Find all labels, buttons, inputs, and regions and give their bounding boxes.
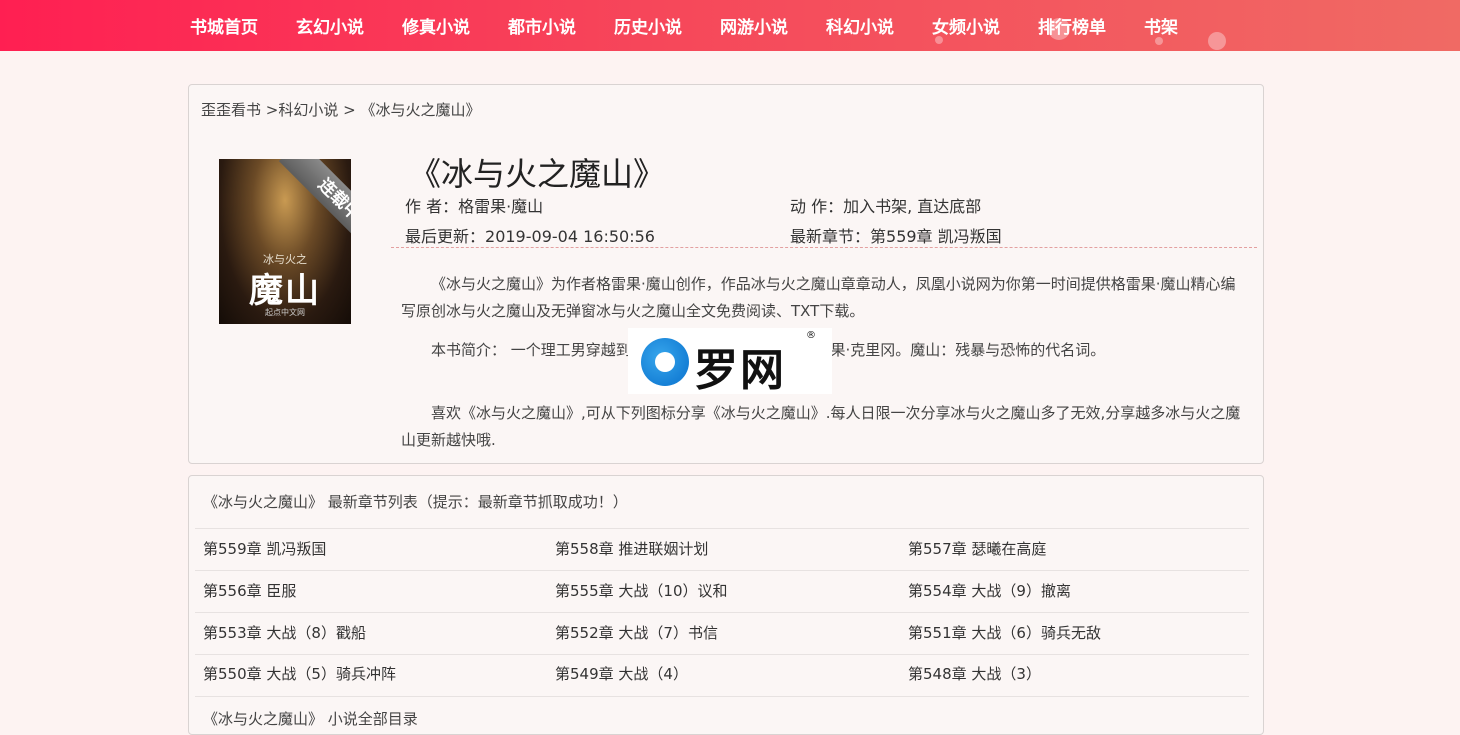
chapter-link[interactable]: 第559章 凯冯叛国 [203,538,326,559]
top-navigation-bar: 书城首页 玄幻小说 修真小说 都市小说 历史小说 网游小说 科幻小说 女频小说 … [0,0,1460,51]
share-note: 喜欢《冰与火之魔山》,可从下列图标分享《冰与火之魔山》.每人日限一次分享冰与火之… [401,404,1241,449]
jump-to-bottom-link[interactable]: 直达底部 [917,197,981,216]
nav-nvpin[interactable]: 女频小说 [932,13,1000,38]
action-label: 动 作： [790,197,844,216]
updated-time: 2019-09-04 16:50:56 [485,227,655,246]
nav-xuanhuan[interactable]: 玄幻小说 [296,13,364,38]
nav-bookshelf[interactable]: 书架 [1144,13,1178,38]
nav-kehuan[interactable]: 科幻小说 [826,13,894,38]
nav-ranking[interactable]: 排行榜单 [1038,13,1106,38]
chapter-link[interactable]: 第550章 大战（5）骑兵冲阵 [203,663,396,684]
updated-label: 最后更新： [405,227,486,246]
nav-xiuzhen[interactable]: 修真小说 [402,13,470,38]
row-divider [195,654,1249,655]
book-info-panel: 歪歪看书 >科幻小说 > 《冰与火之魔山》 连载中 冰与火之 魔山 起点中文网 … [188,84,1264,464]
nav-items: 书城首页 玄幻小说 修真小说 都市小说 历史小说 网游小说 科幻小说 女频小说 … [190,0,1216,51]
chapter-link[interactable]: 第555章 大战（10）议和 [555,580,728,601]
book-description: 《冰与火之魔山》为作者格雷果·魔山创作，作品冰与火之魔山章章动人，凤凰小说网为你… [401,275,1236,320]
breadcrumb-book[interactable]: 《冰与火之魔山》 [360,101,480,119]
nav-dushi[interactable]: 都市小说 [508,13,576,38]
action-separator: , [907,197,918,216]
chapter-list-panel: 《冰与火之魔山》 最新章节列表（提示：最新章节抓取成功！） 第559章 凯冯叛国… [188,475,1264,735]
book-cover[interactable]: 连载中 冰与火之 魔山 起点中文网 [219,159,351,324]
registered-mark: ® [806,330,816,341]
breadcrumb-separator: > [261,101,279,119]
author-label: 作 者： [405,197,459,216]
status-ribbon-label: 连载中 [278,159,351,261]
updated-line: 最后更新：2019-09-04 16:50:56 [405,223,655,247]
chapter-list-heading: 《冰与火之魔山》 最新章节列表（提示：最新章节抓取成功！） [203,493,628,511]
chapter-link[interactable]: 第557章 瑟曦在高庭 [908,538,1046,559]
nav-lishi[interactable]: 历史小说 [614,13,682,38]
breadcrumb-category[interactable]: 科幻小说 [278,101,338,119]
breadcrumb: 歪歪看书 >科幻小说 > 《冰与火之魔山》 [201,99,481,120]
action-line: 动 作：加入书架, 直达底部 [790,193,981,217]
nav-home[interactable]: 书城首页 [190,13,258,38]
chapter-link[interactable]: 第551章 大战（6）骑兵无敌 [908,622,1101,643]
divider [391,247,1257,248]
breadcrumb-home[interactable]: 歪歪看书 [201,101,261,119]
author-line: 作 者：格雷果·魔山 [405,193,543,217]
chapter-link[interactable]: 第552章 大战（7）书信 [555,622,718,643]
cover-publisher: 起点中文网 [265,308,305,317]
chapter-link[interactable]: 第553章 大战（8）戳船 [203,622,366,643]
logo-emblem-icon [641,338,689,386]
breadcrumb-separator: > [338,101,361,119]
status-ribbon: 连载中 [247,159,351,261]
chapter-link[interactable]: 第554章 大战（9）撤离 [908,580,1071,601]
row-divider [195,570,1249,571]
latest-chapter-label: 最新章节： [790,227,871,246]
row-divider [195,696,1249,697]
book-title: 《冰与火之魔山》 [409,155,666,193]
full-toc-heading: 《冰与火之魔山》 小说全部目录 [203,710,418,728]
nav-wangyou[interactable]: 网游小说 [720,13,788,38]
row-divider [195,528,1249,529]
chapter-link[interactable]: 第549章 大战（4） [555,663,688,684]
watermark-logo: 罗网 ® [628,328,832,396]
chapter-link[interactable]: 第558章 推进联姻计划 [555,538,708,559]
cover-title: 魔山 [249,271,321,311]
chapter-link[interactable]: 第556章 臣服 [203,580,296,601]
watermark-text: 罗网 [694,345,786,396]
add-to-bookshelf-link[interactable]: 加入书架 [843,197,907,216]
latest-chapter-link[interactable]: 第559章 凯冯叛国 [870,227,1002,246]
chapter-link[interactable]: 第548章 大战（3） [908,663,1041,684]
row-divider [195,612,1249,613]
author-name: 格雷果·魔山 [458,197,544,216]
latest-chapter-line: 最新章节：第559章 凯冯叛国 [790,223,1002,247]
